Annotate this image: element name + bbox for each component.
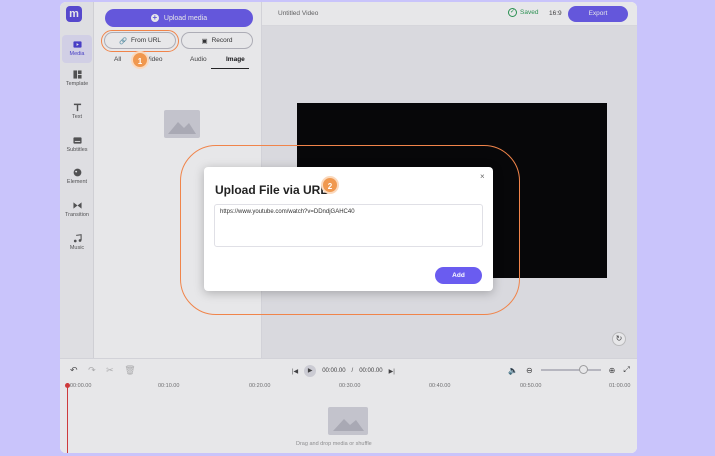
add-button[interactable]: Add <box>435 267 482 284</box>
url-input[interactable]: https://www.youtube.com/watch?v=DDndjGAH… <box>214 204 483 247</box>
upload-url-dialog: Upload File via URL × https://www.youtub… <box>204 167 493 291</box>
close-icon[interactable]: × <box>480 172 485 181</box>
step1-badge: 1 <box>131 51 149 69</box>
dialog-title: Upload File via URL <box>215 183 328 197</box>
step2-badge: 2 <box>321 176 339 194</box>
app-window: m Media Template Text Subtitles Element … <box>60 2 637 453</box>
step1-highlight <box>101 30 179 52</box>
